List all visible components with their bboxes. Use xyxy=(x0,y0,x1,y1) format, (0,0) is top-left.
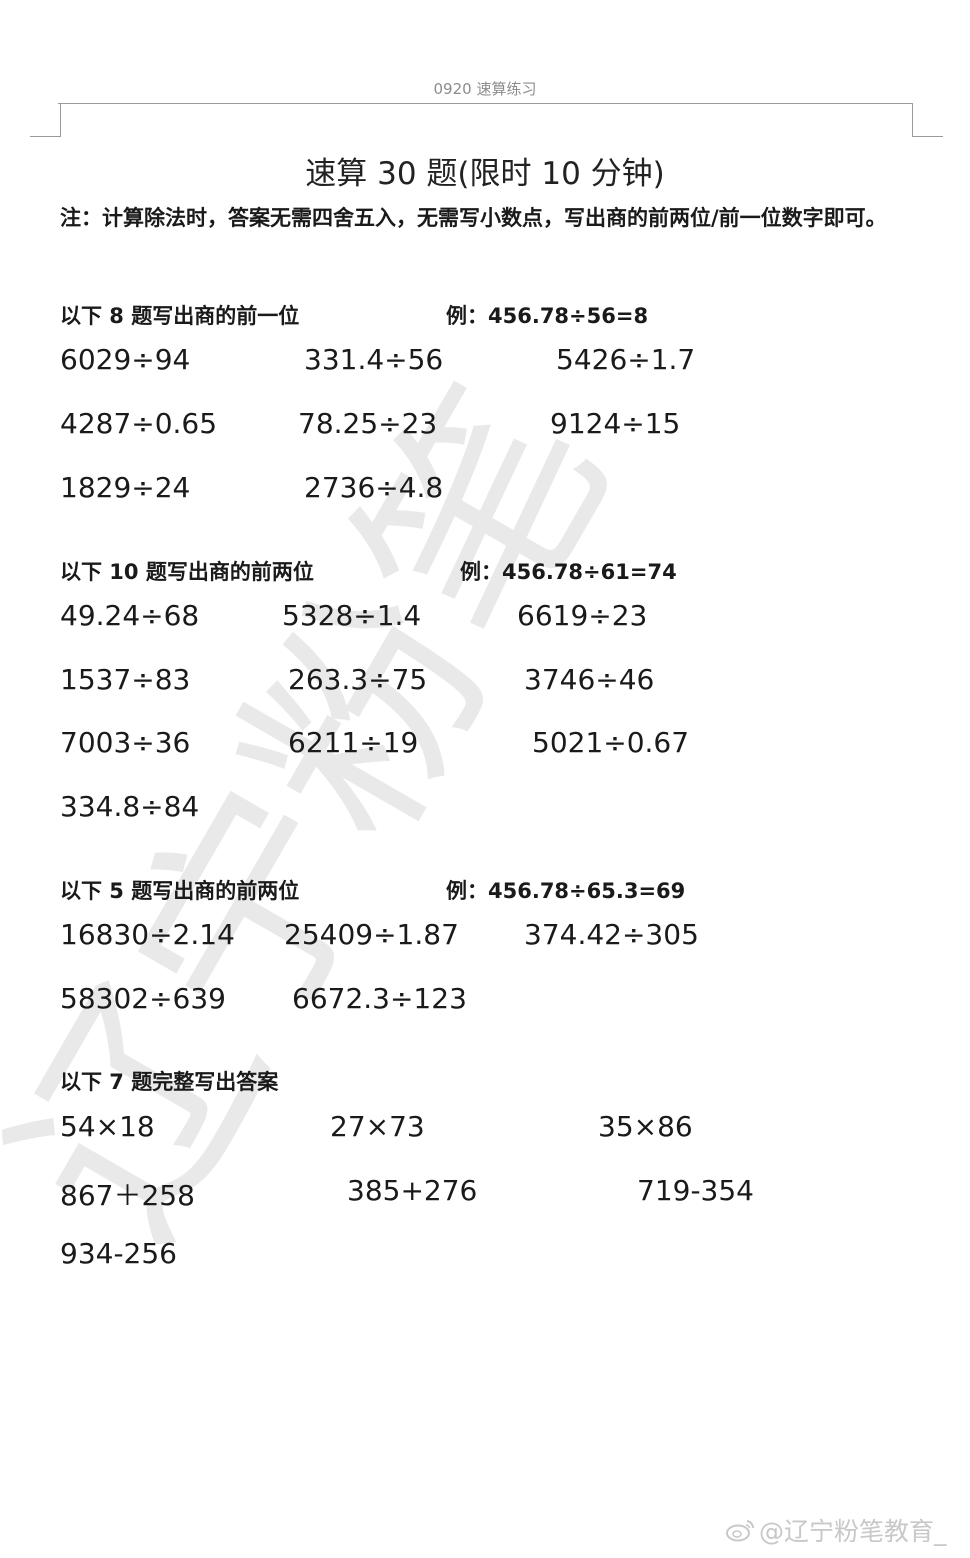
question: 78.25÷23 xyxy=(298,407,438,440)
question: 27×73 xyxy=(330,1110,425,1143)
header-rule xyxy=(58,103,913,104)
page-title: 速算 30 题(限时 10 分钟) xyxy=(305,156,665,192)
question: 934-256 xyxy=(60,1237,177,1270)
question: 331.4÷56 xyxy=(304,343,444,376)
question: 7003÷36 xyxy=(60,726,191,759)
question: 6619÷23 xyxy=(517,599,648,632)
instruction-note: 注：计算除法时，答案无需四舍五入，无需写小数点，写出商的前两位/前一位数字即可。 xyxy=(60,206,887,230)
question: 4287÷0.65 xyxy=(60,407,218,440)
question: 1829÷24 xyxy=(60,471,191,504)
question: 9124÷15 xyxy=(550,407,681,440)
weibo-icon xyxy=(726,1520,755,1542)
question: 6029÷94 xyxy=(60,343,191,376)
question: 58302÷639 xyxy=(60,982,226,1015)
header-corner-left xyxy=(30,104,61,137)
question: 334.8÷84 xyxy=(60,790,200,823)
question: 6211÷19 xyxy=(288,726,419,759)
footer-text: @辽宁粉笔教育_ xyxy=(759,1517,947,1546)
question: 5021÷0.67 xyxy=(532,726,690,759)
question: 49.24÷68 xyxy=(60,599,200,632)
question: 2736÷4.8 xyxy=(304,471,444,504)
question: 6672.3÷123 xyxy=(292,982,467,1015)
question: 385+276 xyxy=(347,1174,478,1207)
question: 3746÷46 xyxy=(524,663,655,696)
section-4-label: 以下 7 题完整写出答案 xyxy=(60,1070,279,1094)
section-3-label: 以下 5 题写出商的前两位 xyxy=(60,879,300,903)
question: 35×86 xyxy=(598,1110,693,1143)
question: 5426÷1.7 xyxy=(556,343,696,376)
question: 25409÷1.87 xyxy=(284,918,459,951)
question: 374.42÷305 xyxy=(524,918,699,951)
section-2-label: 以下 10 题写出商的前两位 xyxy=(60,560,314,584)
section-1-example: 例：456.78÷56=8 xyxy=(446,304,649,328)
question: 263.3÷75 xyxy=(288,663,428,696)
header-text: 0920 速算练习 xyxy=(433,80,537,98)
question: 5328÷1.4 xyxy=(282,599,422,632)
question: 54×18 xyxy=(60,1110,155,1143)
section-1-label: 以下 8 题写出商的前一位 xyxy=(60,304,300,328)
section-3-example: 例：456.78÷65.3=69 xyxy=(446,879,686,903)
header-corner-right xyxy=(912,104,943,137)
question: 867＋258 xyxy=(60,1179,195,1212)
question: 16830÷2.14 xyxy=(60,918,235,951)
section-2-example: 例：456.78÷61=74 xyxy=(460,560,677,584)
question: 719-354 xyxy=(637,1174,754,1207)
footer-watermark: @辽宁粉笔教育_ xyxy=(725,1512,947,1548)
question: 1537÷83 xyxy=(60,663,191,696)
